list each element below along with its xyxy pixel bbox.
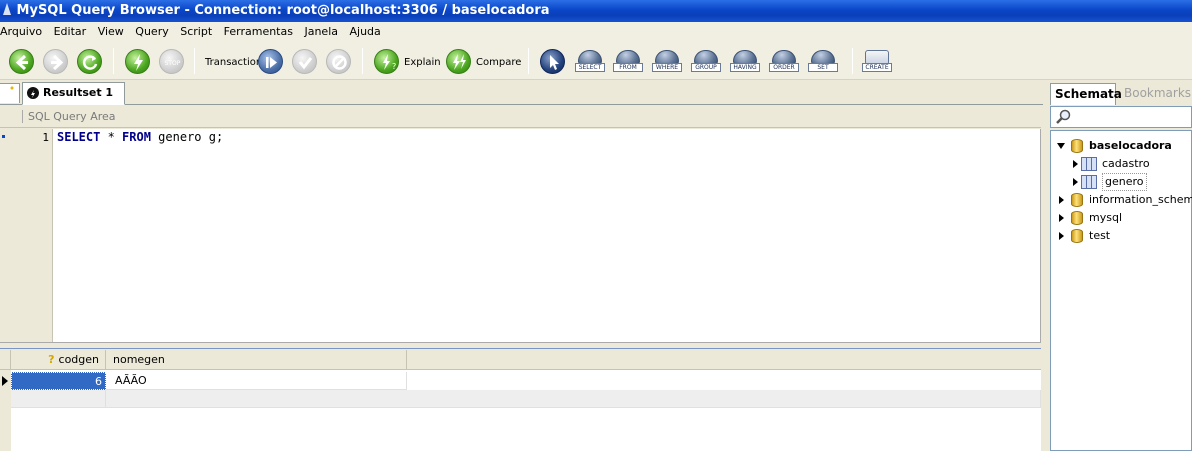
menu-view[interactable]: View	[94, 22, 128, 42]
group-clause-button[interactable]: GROUP	[691, 50, 721, 72]
new-tab-button[interactable]	[0, 83, 20, 103]
pointer-button[interactable]	[540, 49, 565, 74]
svg-text:STOP: STOP	[165, 60, 181, 67]
column-header-codgen[interactable]: ? codgen	[11, 350, 106, 370]
order-clause-button[interactable]: ORDER	[769, 50, 799, 72]
refresh-button[interactable]	[77, 49, 102, 74]
tab-label: Resultset 1	[43, 86, 114, 99]
collapsed-triangle-icon	[1073, 160, 1078, 168]
where-clause-button[interactable]: WHERE	[652, 50, 682, 72]
menu-janela[interactable]: Janela	[300, 22, 342, 42]
back-button[interactable]	[9, 49, 34, 74]
transaction-label: Transaction	[205, 57, 263, 68]
collapsed-triangle-icon	[1059, 232, 1064, 240]
database-icon	[1071, 139, 1083, 153]
svg-text:?: ?	[392, 62, 396, 71]
title-bar: MySQL Query Browser - Connection: root@l…	[0, 0, 1192, 22]
sql-area-title: SQL Query Area	[22, 110, 116, 123]
explain-label: Explain	[404, 57, 441, 68]
keyword-select: SELECT	[57, 130, 101, 144]
tree-node-mysql[interactable]: mysql	[1055, 209, 1191, 227]
execute-button[interactable]	[125, 49, 150, 74]
new-row-cell-codgen[interactable]	[11, 390, 106, 408]
row-indicator[interactable]	[0, 372, 11, 390]
key-icon: ?	[48, 353, 55, 366]
table-icon	[1081, 157, 1097, 171]
column-header-nomegen[interactable]: nomegen	[106, 350, 407, 370]
menu-ferramentas[interactable]: Ferramentas	[220, 22, 297, 42]
stop-icon: STOP	[165, 60, 181, 67]
lightning-icon	[134, 54, 143, 71]
toolbar: STOP Transaction ? Explain Compare SELEC…	[0, 42, 1192, 80]
commit-button[interactable]	[292, 49, 317, 74]
keyword-from: FROM	[122, 130, 151, 144]
sql-code[interactable]: SELECT * FROM genero g;	[57, 130, 223, 144]
expanded-triangle-icon	[1057, 143, 1065, 149]
cell-codgen[interactable]: 6	[11, 372, 106, 390]
forward-button[interactable]	[43, 49, 68, 74]
database-icon	[1071, 229, 1083, 243]
schema-search-input[interactable]	[1050, 106, 1192, 128]
refresh-icon	[82, 55, 98, 70]
cell-nomegen[interactable]: AÃÃO	[106, 372, 407, 390]
result-grid[interactable]: ? codgen nomegen 6 AÃÃO	[0, 350, 1041, 451]
having-clause-button[interactable]: HAVING	[730, 50, 760, 72]
explain-button[interactable]: ?	[374, 49, 399, 74]
arrow-left-icon	[15, 54, 28, 71]
from-clause-button[interactable]: FROM	[613, 50, 643, 72]
play-icon	[266, 57, 277, 68]
line-number: 1	[42, 131, 49, 144]
menu-script[interactable]: Script	[176, 22, 216, 42]
cursor-icon	[550, 55, 559, 70]
table-icon	[1081, 175, 1097, 189]
set-clause-button[interactable]: SET	[808, 50, 838, 72]
arrow-right-icon	[51, 54, 64, 71]
current-row-arrow-icon	[2, 376, 8, 386]
menu-arquivo[interactable]: Arquivo	[0, 22, 46, 42]
lightning-question-icon: ?	[383, 54, 396, 71]
sql-editor[interactable]: 1 SELECT * FROM genero g;	[0, 129, 1041, 342]
menu-bar: Arquivo Editar View Query Script Ferrame…	[0, 22, 1192, 42]
tab-bookmarks[interactable]: Bookmarks	[1120, 83, 1192, 105]
line-gutter: 1	[0, 129, 53, 342]
tab-resultset-1[interactable]: Resultset 1	[22, 82, 125, 105]
compare-icon	[453, 54, 466, 70]
collapsed-triangle-icon	[1073, 178, 1078, 186]
tree-node-cadastro[interactable]: cadastro	[1071, 155, 1191, 173]
sql-area-header: SQL Query Area	[0, 106, 1041, 128]
editor-result-splitter[interactable]	[0, 342, 1041, 349]
grid-header: ? codgen nomegen	[0, 350, 1041, 370]
tree-node-genero[interactable]: genero	[1071, 173, 1191, 191]
window-title: MySQL Query Browser - Connection: root@l…	[16, 3, 550, 18]
create-button[interactable]: CREATE	[862, 50, 892, 72]
compare-button[interactable]	[446, 49, 471, 74]
rollback-button[interactable]	[326, 49, 351, 74]
start-transaction-button[interactable]	[258, 49, 283, 74]
collapsed-triangle-icon	[1059, 196, 1064, 204]
tree-node-baselocadora[interactable]: baselocadora	[1055, 137, 1191, 155]
schema-tree[interactable]: baselocadora cadastro genero information…	[1050, 130, 1192, 451]
compare-label: Compare	[476, 57, 522, 68]
database-icon	[1071, 211, 1083, 225]
menu-ajuda[interactable]: Ajuda	[346, 22, 385, 42]
new-row-cell-nomegen[interactable]	[106, 390, 1041, 408]
cancel-icon	[332, 55, 347, 70]
app-icon	[2, 2, 12, 16]
tree-node-test[interactable]: test	[1055, 227, 1191, 245]
tab-schemata[interactable]: Schemata	[1050, 83, 1122, 105]
tree-node-information-schema[interactable]: information_schema	[1055, 191, 1192, 209]
collapsed-triangle-icon	[1059, 214, 1064, 222]
stop-button[interactable]: STOP	[159, 49, 184, 74]
search-icon	[1056, 109, 1071, 124]
database-icon	[1071, 193, 1083, 207]
select-clause-button[interactable]: SELECT	[575, 50, 605, 72]
line-marker	[2, 135, 5, 138]
resultset-icon	[27, 87, 39, 99]
query-tab-strip: Resultset 1	[0, 80, 1043, 105]
new-tab-icon	[10, 86, 14, 90]
menu-query[interactable]: Query	[131, 22, 172, 42]
check-icon	[298, 57, 313, 70]
menu-editar[interactable]: Editar	[50, 22, 91, 42]
